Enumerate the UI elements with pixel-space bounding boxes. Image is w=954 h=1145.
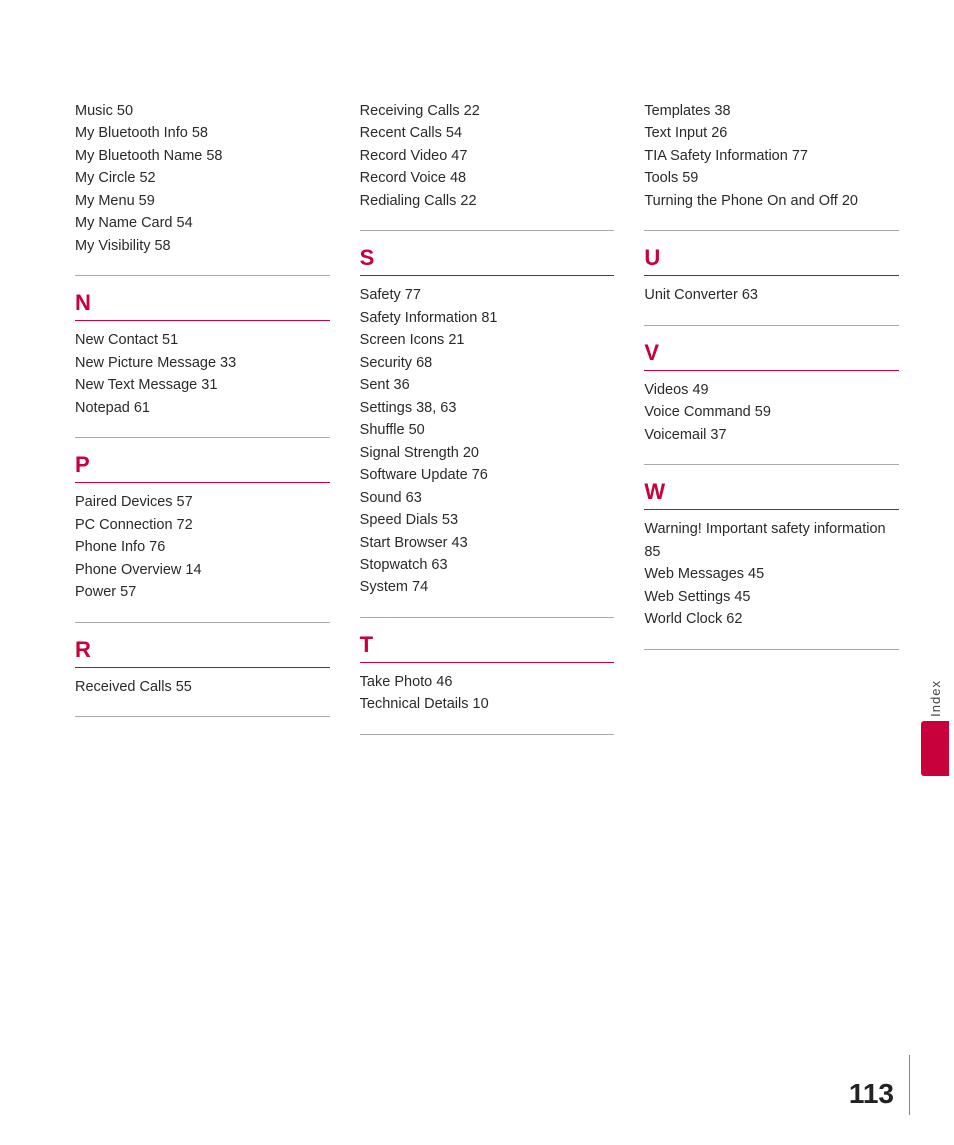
list-item: New Text Message 31 <box>75 374 330 396</box>
section-divider <box>644 370 899 371</box>
list-item: Take Photo 46 <box>360 671 615 693</box>
page-number: 113 <box>849 1078 894 1110</box>
section-letter-T: T <box>360 632 615 658</box>
section-letter-P: P <box>75 452 330 478</box>
list-item: PC Connection 72 <box>75 514 330 536</box>
lettered-section-V: V Videos 49Voice Command 59Voicemail 37 <box>644 340 899 446</box>
list-item: My Visibility 58 <box>75 235 330 257</box>
list-item: Safety 77 <box>360 284 615 306</box>
divider <box>75 716 330 717</box>
list-item: Sound 63 <box>360 487 615 509</box>
lettered-section-W: W Warning! Important safety information 8… <box>644 479 899 630</box>
column-2: Receiving Calls 22Recent Calls 54Record … <box>360 100 645 1085</box>
section-divider <box>75 320 330 321</box>
section-letter-U: U <box>644 245 899 271</box>
column-1: Music 50My Bluetooth Info 58My Bluetooth… <box>75 100 360 1085</box>
list-item: Turning the Phone On and Off 20 <box>644 190 899 212</box>
list-item: Shuffle 50 <box>360 419 615 441</box>
lettered-section-P: PPaired Devices 57PC Connection 72Phone … <box>75 452 330 603</box>
list-item: Web Messages 45 <box>644 563 899 585</box>
divider <box>75 275 330 276</box>
list-item: Notepad 61 <box>75 397 330 419</box>
list-item: Record Video 47 <box>360 145 615 167</box>
divider <box>360 734 615 735</box>
column-3: Templates 38Text Input 26TIA Safety Info… <box>644 100 899 1085</box>
list-item: Speed Dials 53 <box>360 509 615 531</box>
list-item: Software Update 76 <box>360 464 615 486</box>
list-item: My Bluetooth Name 58 <box>75 145 330 167</box>
lettered-section-T: T Take Photo 46Technical Details 10 <box>360 632 615 716</box>
list-item: Templates 38 <box>644 100 899 122</box>
border-line <box>909 1055 910 1115</box>
divider <box>75 622 330 623</box>
index-tab-label: Index <box>928 680 943 717</box>
list-item: Videos 49 <box>644 379 899 401</box>
plain-section-3-1: Templates 38Text Input 26TIA Safety Info… <box>644 100 899 212</box>
list-item: Voicemail 37 <box>644 424 899 446</box>
list-item: Redialing Calls 22 <box>360 190 615 212</box>
list-item: Receiving Calls 22 <box>360 100 615 122</box>
lettered-section-N: N New Contact 51New Picture Message 33New… <box>75 290 330 419</box>
divider <box>644 464 899 465</box>
lettered-section-R: R Received Calls 55 <box>75 637 330 698</box>
section-letter-W: W <box>644 479 899 505</box>
list-item: Paired Devices 57 <box>75 491 330 513</box>
section-divider <box>644 275 899 276</box>
divider <box>75 437 330 438</box>
list-item: Unit Converter 63 <box>644 284 899 306</box>
list-item: Record Voice 48 <box>360 167 615 189</box>
list-item: Sent 36 <box>360 374 615 396</box>
plain-section-2-1: Receiving Calls 22Recent Calls 54Record … <box>360 100 615 212</box>
page-container: Music 50My Bluetooth Info 58My Bluetooth… <box>0 0 954 1145</box>
list-item: My Menu 59 <box>75 190 330 212</box>
list-item: Web Settings 45 <box>644 586 899 608</box>
list-item: Safety Information 81 <box>360 307 615 329</box>
section-letter-N: N <box>75 290 330 316</box>
section-divider <box>75 667 330 668</box>
list-item: Warning! Important safety information 85 <box>644 518 899 563</box>
section-divider <box>360 662 615 663</box>
list-item: Settings 38, 63 <box>360 397 615 419</box>
section-letter-V: V <box>644 340 899 366</box>
list-item: Text Input 26 <box>644 122 899 144</box>
list-item: World Clock 62 <box>644 608 899 630</box>
list-item: My Circle 52 <box>75 167 330 189</box>
divider <box>360 617 615 618</box>
index-tab: Index <box>916 680 954 776</box>
divider <box>360 230 615 231</box>
list-item: Signal Strength 20 <box>360 442 615 464</box>
list-item: Music 50 <box>75 100 330 122</box>
section-letter-S: S <box>360 245 615 271</box>
list-item: Phone Info 76 <box>75 536 330 558</box>
list-item: Security 68 <box>360 352 615 374</box>
section-divider <box>75 482 330 483</box>
list-item: Start Browser 43 <box>360 532 615 554</box>
list-item: System 74 <box>360 576 615 598</box>
list-item: New Contact 51 <box>75 329 330 351</box>
section-divider <box>360 275 615 276</box>
list-item: Screen Icons 21 <box>360 329 615 351</box>
list-item: Voice Command 59 <box>644 401 899 423</box>
lettered-section-U: U Unit Converter 63 <box>644 245 899 306</box>
list-item: Recent Calls 54 <box>360 122 615 144</box>
list-item: Power 57 <box>75 581 330 603</box>
divider <box>644 649 899 650</box>
list-item: Technical Details 10 <box>360 693 615 715</box>
section-divider <box>644 509 899 510</box>
list-item: New Picture Message 33 <box>75 352 330 374</box>
list-item: Stopwatch 63 <box>360 554 615 576</box>
list-item: My Name Card 54 <box>75 212 330 234</box>
list-item: Received Calls 55 <box>75 676 330 698</box>
divider <box>644 230 899 231</box>
list-item: Tools 59 <box>644 167 899 189</box>
index-tab-bar <box>921 721 949 776</box>
lettered-section-S: S Safety 77Safety Information 81Screen Ic… <box>360 245 615 599</box>
section-letter-R: R <box>75 637 330 663</box>
divider <box>644 325 899 326</box>
list-item: TIA Safety Information 77 <box>644 145 899 167</box>
list-item: My Bluetooth Info 58 <box>75 122 330 144</box>
plain-section-1-1: Music 50My Bluetooth Info 58My Bluetooth… <box>75 100 330 257</box>
list-item: Phone Overview 14 <box>75 559 330 581</box>
